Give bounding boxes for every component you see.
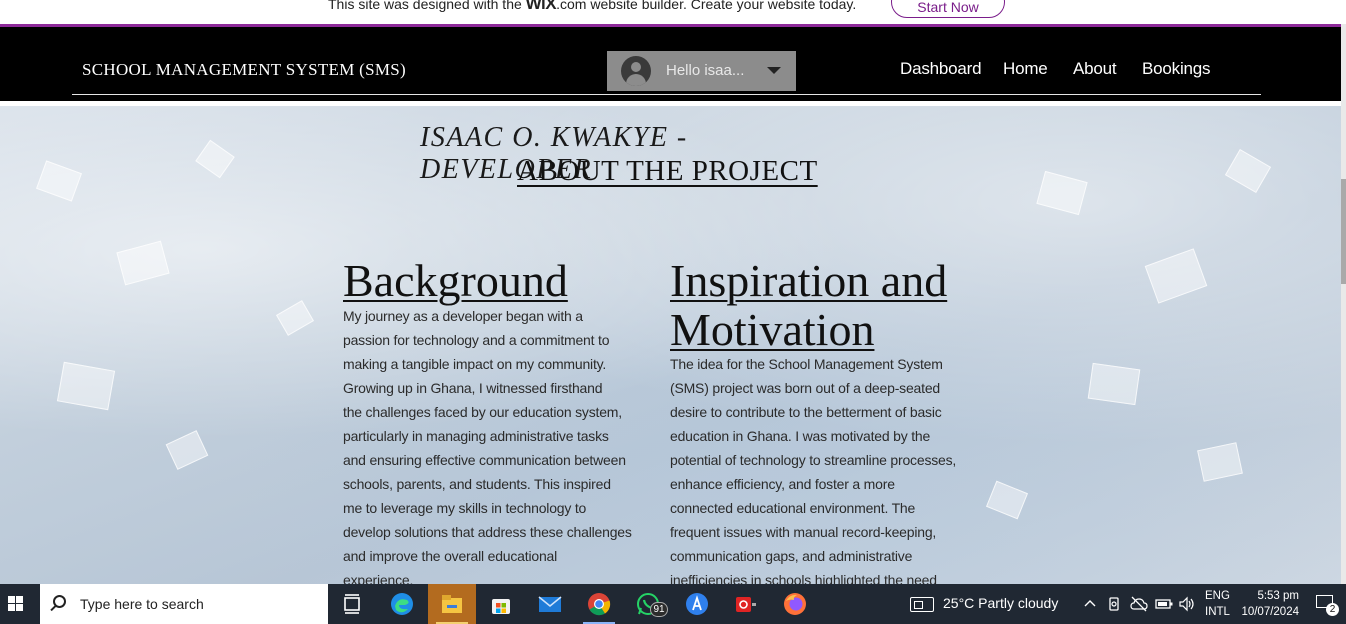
about-section: ISAAC O. KWAKYE - DEVELOPER ABOUT THE PR…	[0, 106, 1341, 584]
edge-icon	[391, 593, 413, 615]
file-explorer-icon	[442, 595, 462, 613]
weather-text: 25°C Partly cloudy	[943, 595, 1059, 611]
task-view-icon	[344, 594, 360, 614]
microsoft-store-icon	[492, 599, 510, 614]
whatsapp-badge: 91	[650, 602, 668, 617]
chrome-icon	[588, 593, 611, 616]
page-title: ABOUT THE PROJECT	[517, 155, 818, 187]
store-button[interactable]	[477, 584, 525, 624]
paragraph-line: potential of technology to streamline pr…	[670, 452, 957, 468]
app-store-button[interactable]	[673, 584, 721, 624]
notification-center-button[interactable]: 2	[1314, 593, 1339, 617]
banner-text: This site was designed with the WiX.com …	[328, 0, 856, 14]
system-clock[interactable]: 5:53 pm 10/07/2024	[1241, 588, 1299, 620]
paragraph-line: making a tangible impact on my community…	[343, 356, 607, 372]
start-now-button[interactable]: Start Now	[891, 0, 1005, 18]
windows-logo-icon	[8, 596, 15, 603]
paragraph-line: enhance efficiency, and foster a more	[670, 476, 895, 492]
site-header: SCHOOL MANAGEMENT SYSTEM (SMS) Hello isa…	[0, 27, 1341, 101]
cloud-offline-icon[interactable]	[1130, 596, 1148, 612]
notification-count: 2	[1326, 603, 1339, 616]
start-button[interactable]	[0, 584, 40, 624]
wix-promo-banner: This site was designed with the WiX.com …	[0, 0, 1346, 24]
red-app-button[interactable]	[722, 584, 770, 624]
nav-home[interactable]: Home	[1003, 59, 1048, 79]
user-greeting: Hello isaa...	[666, 62, 745, 79]
paragraph-line: desire to contribute to the betterment o…	[670, 404, 942, 420]
paragraph-line: The idea for the School Management Syste…	[670, 356, 943, 372]
paragraph-line: and ensuring effective communication bet…	[343, 452, 626, 468]
inspiration-heading: Inspiration and Motivation	[670, 256, 947, 354]
paragraph-line: me to leverage my skills in technology t…	[343, 500, 587, 516]
inspiration-text: The idea for the School Management Syste…	[670, 352, 985, 584]
nav-dashboard[interactable]: Dashboard	[900, 59, 982, 79]
paragraph-line: Growing up in Ghana, I witnessed firstha…	[343, 380, 603, 396]
paragraph-line: inefficiencies in schools highlighted th…	[670, 572, 937, 584]
taskbar-search[interactable]: Type here to search	[40, 584, 328, 624]
user-avatar-icon	[621, 56, 651, 86]
battery-icon[interactable]	[1155, 597, 1173, 611]
task-view-button[interactable]	[328, 584, 376, 624]
edge-button[interactable]	[378, 584, 426, 624]
paragraph-line: passion for technology and a commitment …	[343, 332, 610, 348]
scrollbar-thumb[interactable]	[1341, 179, 1346, 284]
background-heading: Background	[343, 255, 568, 306]
paragraph-line: frequent issues with manual record-keepi…	[670, 524, 937, 540]
inspiration-heading-line2: Motivation	[670, 304, 875, 355]
paragraph-line: experience.	[343, 572, 414, 584]
keyboard-layout: INTL	[1205, 606, 1230, 618]
paragraph-line: and improve the overall educational	[343, 548, 558, 564]
app-store-icon	[686, 593, 708, 615]
paragraph-line: My journey as a developer began with a	[343, 308, 583, 324]
inspiration-heading-line1: Inspiration and	[670, 255, 948, 306]
chrome-button[interactable]	[575, 584, 623, 624]
device-icon[interactable]	[1107, 596, 1123, 612]
input-language[interactable]: ENG INTL	[1205, 588, 1230, 620]
firefox-icon	[784, 593, 806, 615]
nav-about[interactable]: About	[1073, 59, 1117, 79]
chevron-up-icon[interactable]	[1083, 597, 1097, 611]
clock-date: 10/07/2024	[1241, 606, 1299, 618]
mail-icon	[538, 596, 562, 612]
firefox-button[interactable]	[771, 584, 819, 624]
page-scrollbar[interactable]	[1341, 24, 1346, 584]
wix-logo: WiX	[525, 0, 557, 13]
clock-time: 5:53 pm	[1257, 590, 1299, 602]
banner-text-after: .com website builder. Create your websit…	[556, 0, 857, 12]
search-placeholder: Type here to search	[80, 596, 204, 612]
paragraph-line: education in Ghana. I was motivated by t…	[670, 428, 931, 444]
paragraph-line: particularly in managing administrative …	[343, 428, 609, 444]
user-menu[interactable]: Hello isaa...	[607, 51, 796, 91]
site-title[interactable]: SCHOOL MANAGEMENT SYSTEM (SMS)	[82, 60, 406, 80]
language-code: ENG	[1205, 590, 1230, 602]
whatsapp-button[interactable]: 91	[624, 584, 672, 624]
header-rule	[72, 94, 1261, 95]
weather-icon	[910, 597, 934, 612]
chevron-down-icon	[767, 67, 781, 74]
paragraph-line: schools, parents, and students. This ins…	[343, 476, 611, 492]
file-explorer-button[interactable]	[428, 584, 476, 624]
windows-taskbar: Type here to search 91 25°C Partly cloud…	[0, 584, 1346, 624]
paragraph-line: the challenges faced by our education sy…	[343, 404, 622, 420]
background-text: My journey as a developer began with a pa…	[343, 304, 663, 584]
paragraph-line: connected educational environment. The	[670, 500, 916, 516]
nav-bookings[interactable]: Bookings	[1142, 59, 1211, 79]
paragraph-line: (SMS) project was born out of a deep-sea…	[670, 380, 940, 396]
banner-text-before: This site was designed with the	[328, 0, 522, 12]
volume-icon[interactable]	[1178, 596, 1196, 612]
paragraph-line: develop solutions that address these cha…	[343, 524, 632, 540]
mail-button[interactable]	[526, 584, 574, 624]
red-app-icon	[736, 597, 756, 612]
paragraph-line: communication gaps, and administrative	[670, 548, 913, 564]
